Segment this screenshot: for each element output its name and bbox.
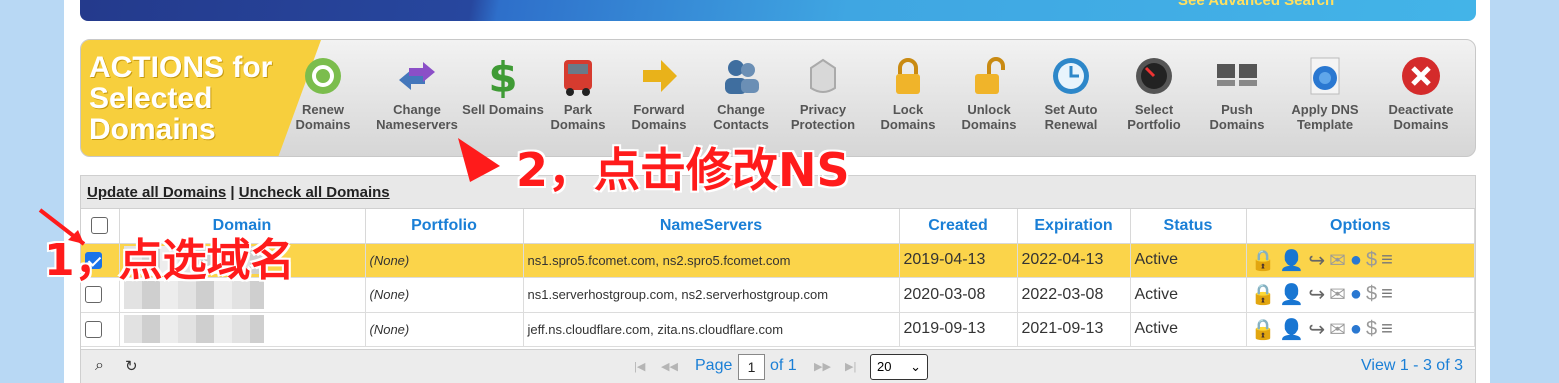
arrowhead-nameservers xyxy=(458,138,500,182)
step1-annotation: 1，点选域名 xyxy=(44,235,295,286)
step2-annotation: 2，点击修改NS xyxy=(516,143,850,197)
